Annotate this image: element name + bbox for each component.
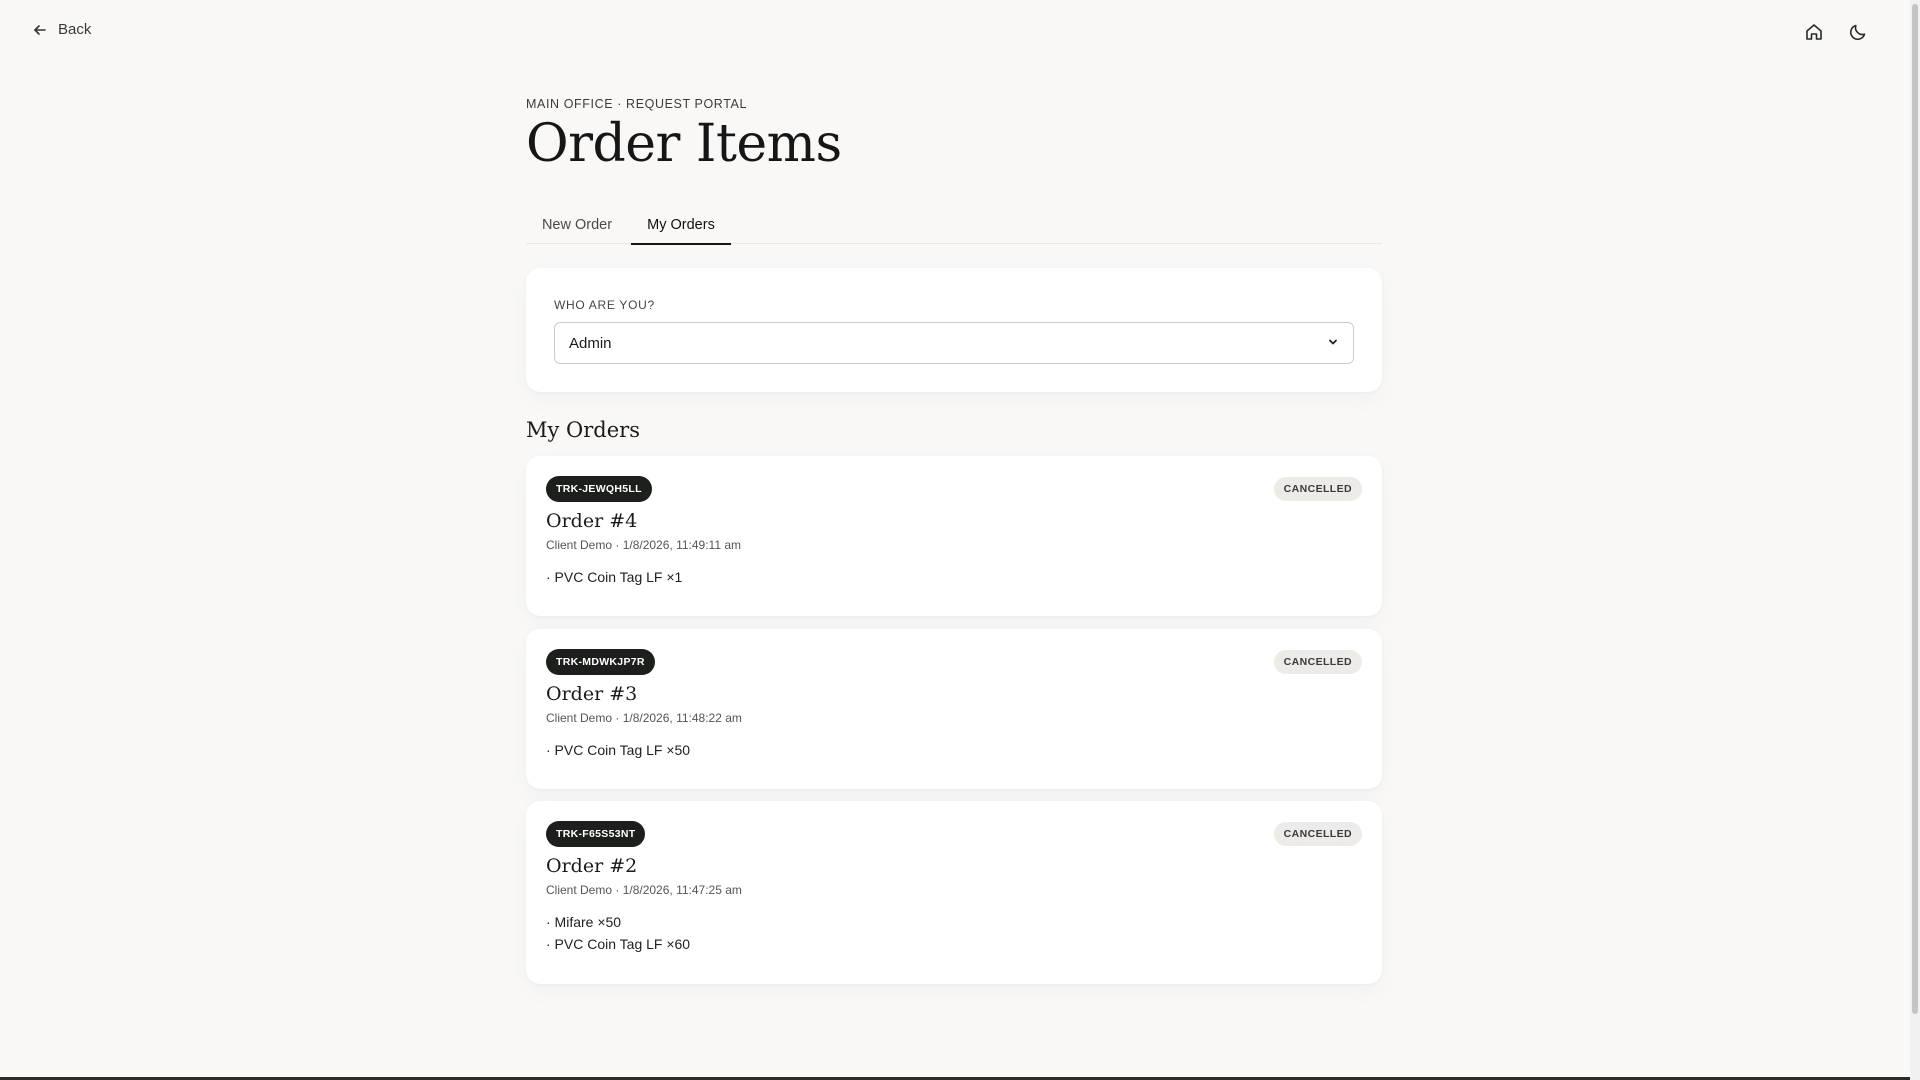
status-badge: CANCELLED	[1273, 650, 1362, 674]
order-title: Order #2	[546, 855, 638, 877]
order-items: · Mifare ×50 · PVC Coin Tag LF ×60	[546, 911, 690, 955]
order-card[interactable]: TRK-F65S53NT CANCELLED Order #2 Client D…	[526, 801, 1382, 984]
page-title: Order Items	[526, 114, 842, 174]
tab-bar: New Order My Orders	[526, 206, 1382, 245]
order-meta: Client Demo · 1/8/2026, 11:49:11 am	[546, 538, 741, 552]
tracking-badge: TRK-F65S53NT	[546, 821, 646, 847]
order-item: · PVC Coin Tag LF ×1	[546, 569, 683, 585]
order-item: · PVC Coin Tag LF ×50	[546, 742, 691, 758]
breadcrumb: MAIN OFFICE · REQUEST PORTAL	[526, 97, 747, 111]
tracking-badge: TRK-MDWKJP7R	[546, 649, 655, 675]
back-button[interactable]: Back	[32, 21, 91, 38]
order-item: · Mifare ×50	[546, 914, 622, 930]
arrow-left-icon	[32, 22, 48, 38]
order-meta: Client Demo · 1/8/2026, 11:48:22 am	[546, 711, 742, 725]
top-bar: Back	[0, 0, 1910, 64]
moon-icon[interactable]	[1846, 20, 1870, 44]
order-items: · PVC Coin Tag LF ×1	[546, 566, 682, 588]
order-title: Order #4	[546, 510, 638, 532]
order-card[interactable]: TRK-JEWQH5LL CANCELLED Order #4 Client D…	[526, 456, 1382, 616]
order-title: Order #3	[546, 683, 638, 705]
order-card[interactable]: TRK-MDWKJP7R CANCELLED Order #3 Client D…	[526, 629, 1382, 789]
status-badge: CANCELLED	[1273, 477, 1362, 501]
back-label: Back	[58, 21, 92, 38]
who-label: WHO ARE YOU?	[554, 298, 655, 312]
who-card: WHO ARE YOU? Admin	[526, 268, 1382, 392]
scrollbar-thumb[interactable]	[1912, 4, 1918, 1014]
scrollbar[interactable]	[1910, 0, 1920, 1080]
tracking-badge: TRK-JEWQH5LL	[546, 476, 652, 502]
chevron-down-icon	[1327, 335, 1339, 352]
status-badge: CANCELLED	[1273, 822, 1362, 846]
who-select-value: Admin	[569, 334, 612, 352]
tab-my-orders[interactable]: My Orders	[631, 206, 731, 245]
home-icon[interactable]	[1802, 20, 1826, 44]
who-select[interactable]: Admin	[554, 322, 1354, 364]
tab-new-order[interactable]: New Order	[526, 206, 628, 244]
order-items: · PVC Coin Tag LF ×50	[546, 739, 690, 761]
orders-section-title: My Orders	[526, 418, 640, 442]
order-item: · PVC Coin Tag LF ×60	[546, 936, 691, 952]
order-meta: Client Demo · 1/8/2026, 11:47:25 am	[546, 883, 742, 897]
